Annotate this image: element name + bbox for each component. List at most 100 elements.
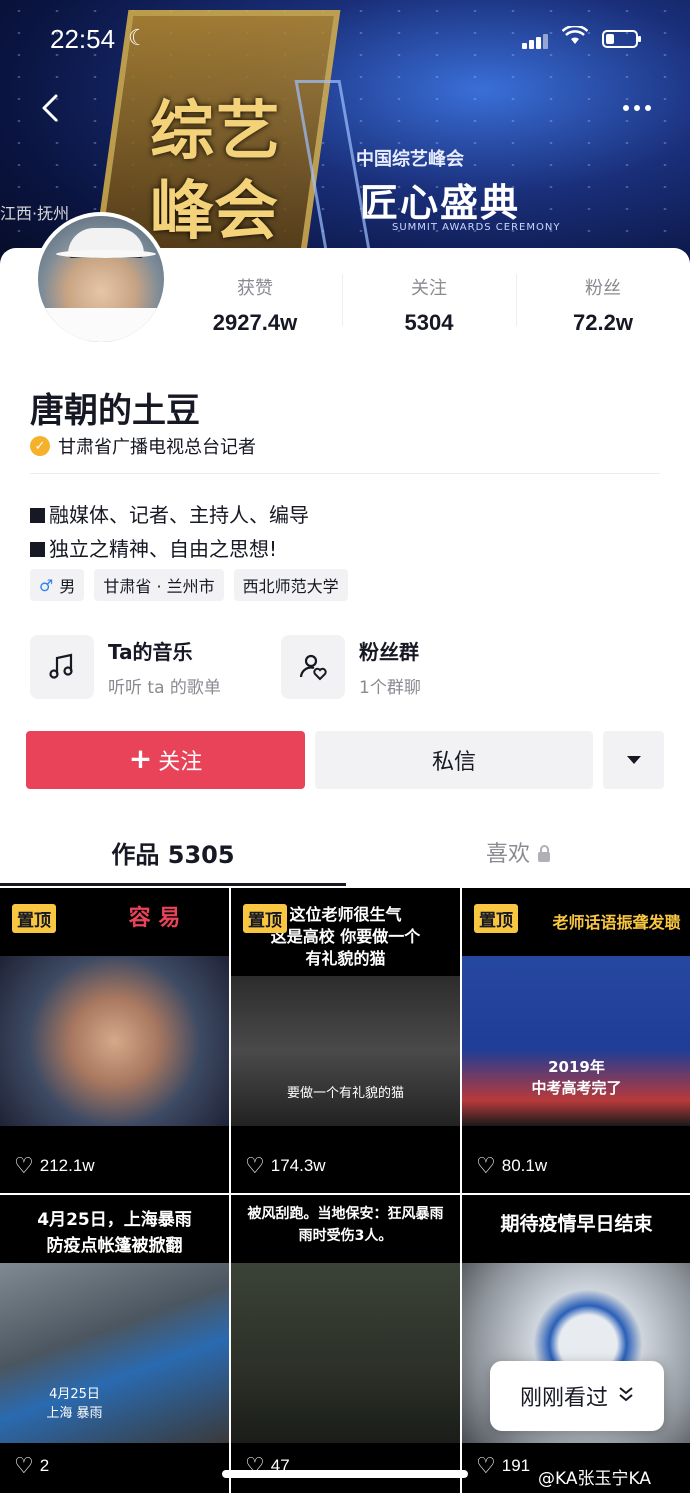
banner-summit-en: SUMMIT AWARDS CEREMONY bbox=[392, 222, 561, 233]
video-subtitle: 2019年 中考高考完了 bbox=[531, 1058, 622, 1097]
pinned-badge: 置顶 bbox=[474, 904, 518, 933]
watermark: @KA张玉宁KA bbox=[538, 1469, 651, 1489]
video-thumbnail bbox=[462, 956, 690, 1126]
stat-likes[interactable]: 获赞 2927.4w bbox=[168, 270, 342, 340]
status-time: 22:54 bbox=[50, 24, 116, 54]
tag-school[interactable]: 西北师范大学 bbox=[233, 569, 348, 601]
verified-icon: ✓ bbox=[30, 436, 50, 456]
tag-gender-text: 男 bbox=[59, 577, 76, 596]
fan-group-title: 粉丝群 bbox=[359, 640, 419, 664]
profile-tags: ♂ 男 甘肃省 · 兰州市 西北师范大学 bbox=[30, 569, 358, 601]
status-bar: 22:54 ☾ bbox=[0, 20, 690, 60]
bio-line: 独立之精神、自由之思想! bbox=[30, 532, 309, 566]
music-subtitle: 听听 ta 的歌单 bbox=[108, 678, 221, 698]
fan-group-entry[interactable]: 粉丝群 1个群聊 bbox=[281, 634, 421, 700]
just-seen-button[interactable]: 刚刚看过 bbox=[490, 1361, 664, 1431]
banner-craft: 匠心盛典 bbox=[360, 180, 521, 225]
follow-button[interactable]: + 关注 bbox=[26, 731, 305, 789]
follow-label: 关注 bbox=[158, 750, 203, 775]
video-item[interactable]: 这位老师很生气 这是高校 你要做一个 有礼貌的猫 要做一个有礼貌的猫 置顶 ♡ 1… bbox=[231, 888, 460, 1193]
tag-location[interactable]: 甘肃省 · 兰州市 bbox=[94, 569, 224, 601]
battery-icon bbox=[602, 30, 641, 48]
music-note-icon bbox=[30, 635, 94, 699]
video-likes-count: 80.1w bbox=[501, 1156, 548, 1175]
video-thumbnail bbox=[231, 976, 460, 1126]
video-item[interactable]: 老师话语振聋发聩 2019年 中考高考完了 置顶 ♡ 80.1w bbox=[462, 888, 690, 1193]
caret-down-icon bbox=[626, 756, 641, 764]
fan-group-subtitle: 1个群聊 bbox=[359, 678, 421, 698]
video-subtitle: 要做一个有礼貌的猫 bbox=[286, 1086, 404, 1101]
video-caption: 被风刮跑。当地保安：狂风暴雨 雨时受伤3人。 bbox=[247, 1206, 444, 1244]
banner-text-line1: 综艺 bbox=[150, 94, 282, 169]
profile-name: 唐朝的土豆 bbox=[30, 391, 200, 431]
stat-label: 关注 bbox=[411, 278, 447, 299]
heart-icon: ♡ bbox=[14, 1153, 34, 1178]
back-button[interactable] bbox=[30, 88, 70, 128]
video-thumbnail bbox=[231, 1263, 460, 1443]
banner-summit-cn: 中国综艺峰会 bbox=[356, 149, 464, 170]
avatar-shirt bbox=[38, 308, 164, 342]
tab-likes-label: 喜欢 bbox=[485, 842, 530, 867]
plus-icon: + bbox=[128, 742, 153, 775]
stat-value: 5304 bbox=[404, 310, 454, 335]
video-likes-count: 191 bbox=[501, 1456, 531, 1475]
video-likes: ♡ 2 bbox=[14, 1453, 49, 1479]
message-button[interactable]: 私信 bbox=[315, 731, 593, 789]
fan-group-icon bbox=[281, 635, 345, 699]
stat-label: 获赞 bbox=[237, 278, 273, 299]
heart-icon: ♡ bbox=[14, 1453, 34, 1478]
pinned-badge: 置顶 bbox=[243, 904, 287, 933]
stat-following[interactable]: 关注 5304 bbox=[342, 270, 516, 340]
video-likes-count: 212.1w bbox=[39, 1156, 95, 1175]
video-caption: 4月25日，上海暴雨 防疫点帐篷被掀翻 bbox=[37, 1210, 192, 1256]
stat-value: 2927.4w bbox=[212, 310, 298, 335]
video-item[interactable]: 被风刮跑。当地保安：狂风暴雨 雨时受伤3人。 ♡ 47 bbox=[231, 1195, 460, 1493]
double-chevron-down-icon bbox=[618, 1386, 634, 1407]
banner-city: 江西·抚州 bbox=[0, 204, 70, 223]
video-caption: 老师话语振聋发聩 bbox=[552, 913, 681, 932]
verification-text: 甘肃省广播电视总台记者 bbox=[58, 437, 256, 458]
divider bbox=[30, 473, 660, 474]
video-item[interactable]: 4月25日，上海暴雨 防疫点帐篷被掀翻 4月25日 上海 暴雨 ♡ 2 bbox=[0, 1195, 229, 1493]
lock-icon bbox=[538, 845, 550, 862]
stat-followers[interactable]: 粉丝 72.2w bbox=[516, 270, 690, 340]
bio-line-text: 独立之精神、自由之思想! bbox=[49, 537, 278, 561]
square-bullet-icon bbox=[30, 542, 45, 557]
tab-works[interactable]: 作品 5305 bbox=[0, 830, 346, 886]
video-caption: 期待疫情早日结束 bbox=[500, 1213, 653, 1235]
tab-likes[interactable]: 喜欢 bbox=[346, 830, 690, 886]
video-likes: ♡ 212.1w bbox=[14, 1153, 95, 1179]
signal-icon bbox=[522, 30, 550, 49]
banner-text-line2: 峰会 bbox=[150, 174, 278, 249]
avatar[interactable] bbox=[34, 212, 168, 346]
male-icon: ♂ bbox=[39, 575, 54, 595]
stat-label: 粉丝 bbox=[585, 278, 621, 299]
music-entry[interactable]: Ta的音乐 听听 ta 的歌单 bbox=[30, 634, 221, 700]
verification-badge: ✓ 甘肃省广播电视总台记者 bbox=[30, 432, 256, 460]
bio-line: 融媒体、记者、主持人、编导 bbox=[30, 498, 309, 532]
heart-icon: ♡ bbox=[245, 1153, 265, 1178]
more-options-button[interactable] bbox=[622, 90, 662, 120]
home-indicator bbox=[222, 1470, 468, 1478]
video-item[interactable]: 期待疫情早日结束 ♡ 191 bbox=[462, 1195, 690, 1493]
video-likes-count: 2 bbox=[39, 1456, 50, 1475]
tag-gender: ♂ 男 bbox=[30, 569, 85, 601]
wifi-icon bbox=[561, 24, 589, 52]
video-thumbnail bbox=[0, 956, 229, 1126]
just-seen-label: 刚刚看过 bbox=[519, 1386, 608, 1411]
moon-icon: ☾ bbox=[128, 26, 148, 51]
square-bullet-icon bbox=[30, 508, 45, 523]
expand-dropdown-button[interactable] bbox=[603, 731, 664, 789]
profile-stats: 获赞 2927.4w 关注 5304 粉丝 72.2w bbox=[168, 270, 690, 340]
profile-bio: 融媒体、记者、主持人、编导 独立之精神、自由之思想! bbox=[30, 498, 309, 566]
heart-icon: ♡ bbox=[476, 1153, 496, 1178]
video-likes: ♡ 174.3w bbox=[245, 1153, 326, 1179]
video-likes: ♡ 191 bbox=[476, 1453, 530, 1479]
video-item[interactable]: 容 易 置顶 ♡ 212.1w bbox=[0, 888, 229, 1193]
bio-line-text: 融媒体、记者、主持人、编导 bbox=[49, 503, 309, 527]
video-subtitle: 4月25日 上海 暴雨 bbox=[46, 1387, 103, 1421]
stat-value: 72.2w bbox=[573, 310, 633, 335]
pinned-badge: 置顶 bbox=[12, 904, 56, 933]
video-likes-count: 174.3w bbox=[270, 1156, 326, 1175]
music-title: Ta的音乐 bbox=[108, 640, 193, 664]
